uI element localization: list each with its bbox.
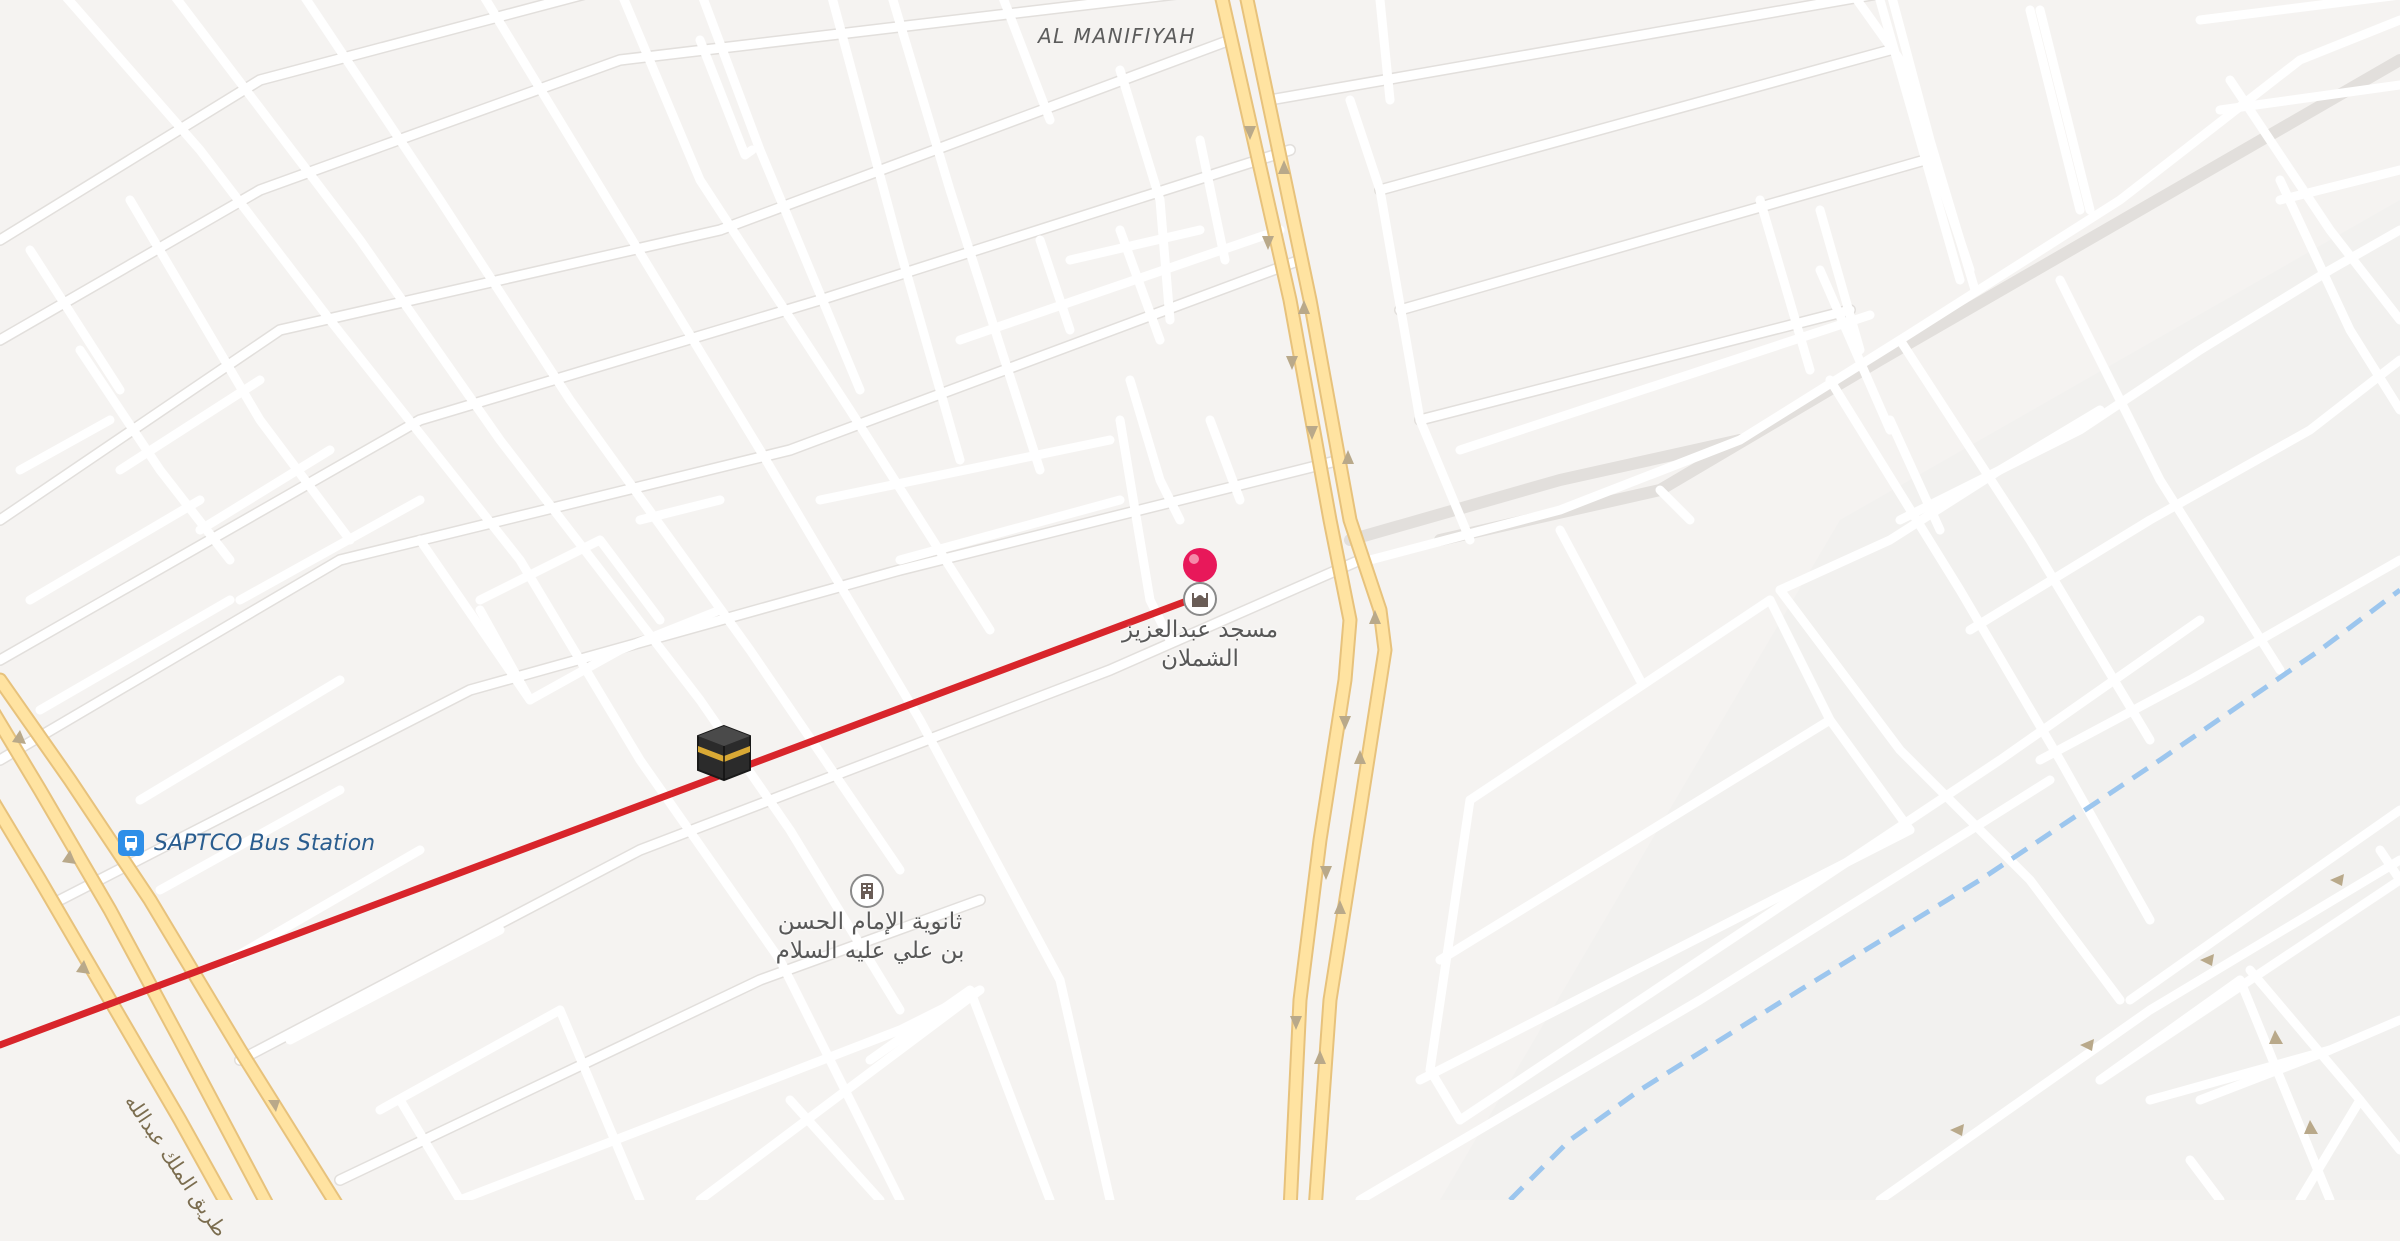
mosque-label: مسجد عبدالعزيز الشملان (1110, 616, 1290, 674)
bus-station-label: SAPTCO Bus Station (154, 830, 376, 856)
land-area (1440, 200, 2400, 1200)
bus-icon (118, 830, 144, 856)
district-label: AL MANIFIYAH (1038, 24, 1196, 48)
mosque-icon[interactable] (1183, 582, 1217, 616)
school-label-line1: ثانوية الإمام الحسن (777, 909, 963, 935)
school-icon[interactable] (850, 874, 884, 908)
bus-station-marker[interactable]: SAPTCO Bus Station (118, 830, 375, 856)
mosque-label-line2: الشملان (1161, 646, 1239, 672)
school-label: ثانوية الإمام الحسن بن علي عليه السلام (740, 908, 1000, 966)
streets-grid (0, 0, 1365, 1200)
mosque-label-line1: مسجد عبدالعزيز (1121, 617, 1279, 643)
kaaba-icon[interactable] (697, 724, 751, 782)
school-label-line2: بن علي عليه السلام (775, 938, 965, 964)
